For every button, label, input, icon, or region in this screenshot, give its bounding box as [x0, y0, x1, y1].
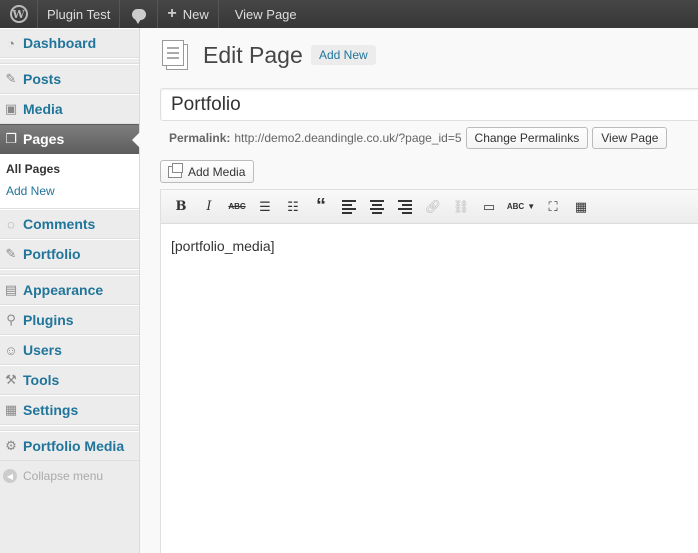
pages-icon: ❐: [5, 131, 17, 146]
post-title-input[interactable]: [160, 88, 698, 121]
numbered-list-button[interactable]: ☷: [283, 197, 303, 217]
sidebar-item-pages[interactable]: ❐ Pages: [0, 124, 140, 154]
permalink-url: http://demo2.deandingle.co.uk/?page_id=5: [234, 131, 462, 145]
add-media-icon: [168, 162, 183, 178]
comments-link[interactable]: [120, 0, 159, 28]
bold-button[interactable]: B: [171, 197, 191, 217]
site-name-link[interactable]: Plugin Test: [38, 0, 121, 28]
main-content: Edit Page Add New Permalink: http://demo…: [141, 28, 698, 553]
sidebar-item-label: Portfolio: [23, 246, 81, 262]
permalink-row: Permalink: http://demo2.deandingle.co.uk…: [169, 127, 668, 149]
add-media-label: Add Media: [188, 164, 246, 179]
blockquote-button[interactable]: “: [311, 195, 331, 217]
sidebar-item-posts[interactable]: ✎ Posts: [0, 64, 139, 94]
sidebar-item-label: Posts: [23, 71, 62, 87]
gear-icon: ⚙: [5, 438, 17, 453]
fullscreen-button[interactable]: ⛶: [543, 197, 563, 217]
collapse-menu-label: Collapse menu: [23, 469, 104, 483]
sidebar-item-label: Users: [23, 342, 62, 358]
settings-icon: ▦: [4, 402, 18, 417]
align-right-icon: [398, 199, 412, 214]
plugin-icon: ⚲: [6, 312, 16, 327]
bullet-list-icon: ☰: [259, 198, 271, 214]
strikethrough-button[interactable]: ABC: [227, 197, 247, 217]
sidebar-item-label: Plugins: [23, 312, 74, 328]
sidebar-item-tools[interactable]: ⚒ Tools: [0, 365, 139, 395]
permalink-label: Permalink:: [169, 131, 231, 145]
site-name: Plugin Test: [47, 6, 111, 22]
wordpress-logo-icon: W: [9, 5, 28, 23]
submenu-add-new[interactable]: Add New: [0, 180, 139, 202]
numbered-list-icon: ☷: [287, 198, 299, 214]
users-icon: ☺: [4, 342, 18, 358]
sidebar-item-label: Comments: [23, 216, 96, 232]
unlink-icon: ⛓: [452, 198, 470, 214]
sidebar-item-portfolio-media[interactable]: ⚙ Portfolio Media: [0, 431, 139, 461]
add-media-button[interactable]: Add Media: [160, 160, 255, 183]
sidebar-item-label: Media: [23, 101, 63, 117]
sidebar-item-label: Settings: [23, 402, 79, 418]
sidebar-item-media[interactable]: ▣ Media: [0, 94, 139, 124]
sidebar-item-label: Tools: [23, 372, 60, 388]
dropdown-arrow-icon: ▼: [527, 202, 536, 211]
italic-button[interactable]: I: [199, 197, 219, 217]
view-page-label: View Page: [234, 6, 297, 22]
unlink-button[interactable]: ⛓: [451, 197, 471, 217]
pages-submenu: All Pages Add New: [0, 154, 139, 209]
content-editor: B I ABC ☰ ☷ “ 🔗︎ ⛓ ▭ ABC ▼ ⛶ ▦ [portfoli…: [160, 189, 698, 553]
insert-link-button[interactable]: 🔗︎: [423, 197, 443, 217]
kitchen-sink-button[interactable]: ▦: [571, 197, 591, 217]
align-left-icon: [342, 199, 356, 214]
pin-icon: ✎: [5, 71, 17, 86]
sidebar-item-label: Pages: [23, 131, 65, 147]
sidebar-item-users[interactable]: ☺ Users: [0, 335, 139, 365]
comment-bubble-icon: [131, 8, 146, 24]
wordpress-logo-menu[interactable]: W: [0, 0, 38, 28]
editor-content-area[interactable]: [portfolio_media]: [161, 224, 698, 268]
align-right-button[interactable]: [395, 197, 415, 217]
new-label: New: [182, 6, 209, 22]
collapse-arrow-icon: ◀: [3, 469, 17, 483]
admin-bar: W Plugin Test + New View Page: [0, 0, 698, 28]
pages-icon: [160, 40, 190, 72]
spellcheck-label: ABC: [506, 202, 525, 211]
sidebar-item-portfolio[interactable]: ✎ Portfolio: [0, 239, 139, 269]
submenu-all-pages[interactable]: All Pages: [0, 158, 139, 180]
align-left-button[interactable]: [339, 197, 359, 217]
sidebar-item-dashboard[interactable]: ◔ Dashboard: [0, 28, 139, 58]
collapse-menu-button[interactable]: ◀ Collapse menu: [0, 461, 139, 491]
appearance-icon: ▤: [4, 282, 18, 297]
change-permalinks-button[interactable]: Change Permalinks: [465, 127, 589, 149]
media-icon: ▣: [4, 101, 18, 116]
new-content-link[interactable]: + New: [158, 0, 219, 28]
plus-icon: +: [167, 5, 177, 22]
spellcheck-button[interactable]: ABC ▼: [507, 197, 535, 217]
more-tag-icon: ▭: [482, 198, 496, 214]
bullet-list-button[interactable]: ☰: [255, 197, 275, 217]
tools-icon: ⚒: [5, 372, 17, 387]
add-new-button[interactable]: Add New: [311, 45, 376, 65]
sidebar-item-label: Appearance: [23, 282, 104, 298]
dashboard-icon: ◔: [7, 35, 15, 51]
sidebar-item-label: Portfolio Media: [23, 438, 125, 454]
page-title: Edit Page: [203, 42, 303, 68]
sidebar-item-appearance[interactable]: ▤ Appearance: [0, 275, 139, 305]
editor-text: [portfolio_media]: [171, 238, 275, 254]
admin-sidebar: ◔ Dashboard ✎ Posts ▣ Media ❐ Pages All …: [0, 28, 140, 553]
sidebar-item-label: Dashboard: [23, 35, 97, 51]
view-page-button[interactable]: View Page: [592, 127, 668, 149]
insert-more-button[interactable]: ▭: [479, 197, 499, 217]
sidebar-item-plugins[interactable]: ⚲ Plugins: [0, 305, 139, 335]
fullscreen-icon: ⛶: [548, 198, 558, 214]
toolbar-toggle-icon: ▦: [574, 198, 588, 214]
pin-icon: ✎: [5, 246, 17, 261]
view-page-link[interactable]: View Page: [219, 0, 306, 28]
link-icon: 🔗︎: [424, 198, 442, 214]
comment-icon: ◌: [7, 216, 15, 232]
align-center-icon: [370, 199, 384, 214]
sidebar-item-settings[interactable]: ▦ Settings: [0, 395, 139, 425]
sidebar-item-comments[interactable]: ◌ Comments: [0, 209, 139, 239]
align-center-button[interactable]: [367, 197, 387, 217]
editor-toolbar: B I ABC ☰ ☷ “ 🔗︎ ⛓ ▭ ABC ▼ ⛶ ▦: [161, 190, 698, 224]
